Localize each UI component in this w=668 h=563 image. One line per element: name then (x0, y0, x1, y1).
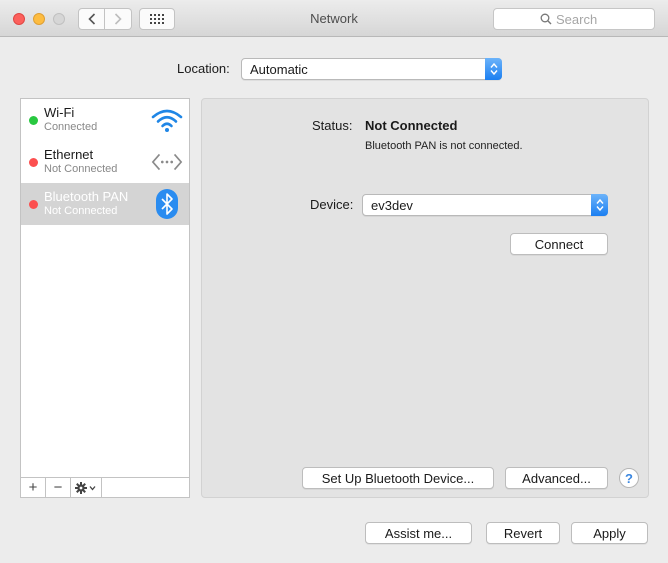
search-icon (540, 13, 552, 25)
service-status: Connected (44, 121, 98, 133)
revert-button[interactable]: Revert (486, 522, 560, 544)
status-value: Not Connected (365, 118, 458, 133)
bluetooth-icon (151, 189, 183, 219)
location-stepper (485, 58, 502, 80)
service-list: Wi-Fi Connected Ethernet Not Connected B… (20, 98, 190, 498)
help-button[interactable]: ? (619, 468, 639, 488)
service-list-controls: + − (21, 477, 189, 497)
advanced-button[interactable]: Advanced... (505, 467, 608, 489)
up-down-arrows-icon (595, 198, 604, 212)
location-popup[interactable]: Automatic (241, 58, 502, 80)
service-item-bluetooth-pan[interactable]: Bluetooth PAN Not Connected (21, 183, 189, 225)
setup-bluetooth-device-button[interactable]: Set Up Bluetooth Device... (302, 467, 494, 489)
device-stepper (591, 194, 608, 216)
search-input[interactable] (556, 11, 608, 27)
title-bar: Network (0, 0, 668, 37)
action-menu-button[interactable] (71, 478, 102, 497)
location-label: Location: (177, 61, 230, 76)
gear-icon (75, 481, 96, 494)
service-name: Wi-Fi (44, 105, 75, 120)
service-item-wifi[interactable]: Wi-Fi Connected (21, 99, 189, 141)
status-dot (29, 200, 38, 209)
status-dot (29, 158, 38, 167)
connect-button[interactable]: Connect (510, 233, 608, 255)
detail-pane (201, 98, 649, 498)
assist-me-button[interactable]: Assist me... (365, 522, 472, 544)
device-value: ev3dev (371, 198, 413, 213)
apply-button[interactable]: Apply (571, 522, 648, 544)
ethernet-icon (151, 147, 183, 177)
device-popup[interactable]: ev3dev (362, 194, 608, 216)
location-value: Automatic (250, 62, 308, 77)
search-field[interactable] (493, 8, 655, 30)
network-preferences-window: Network Location: Automatic Wi-Fi Connec… (0, 0, 668, 563)
service-status: Not Connected (44, 163, 118, 175)
wifi-icon (151, 105, 183, 135)
service-name: Bluetooth PAN (44, 189, 129, 204)
service-status: Not Connected (44, 205, 118, 217)
status-dot (29, 116, 38, 125)
remove-service-button[interactable]: − (46, 478, 71, 497)
up-down-arrows-icon (489, 62, 498, 76)
service-name: Ethernet (44, 147, 94, 162)
status-label: Status: (312, 118, 353, 133)
service-item-ethernet[interactable]: Ethernet Not Connected (21, 141, 189, 183)
device-label: Device: (310, 197, 354, 212)
add-service-button[interactable]: + (21, 478, 46, 497)
status-message: Bluetooth PAN is not connected. (365, 140, 523, 152)
